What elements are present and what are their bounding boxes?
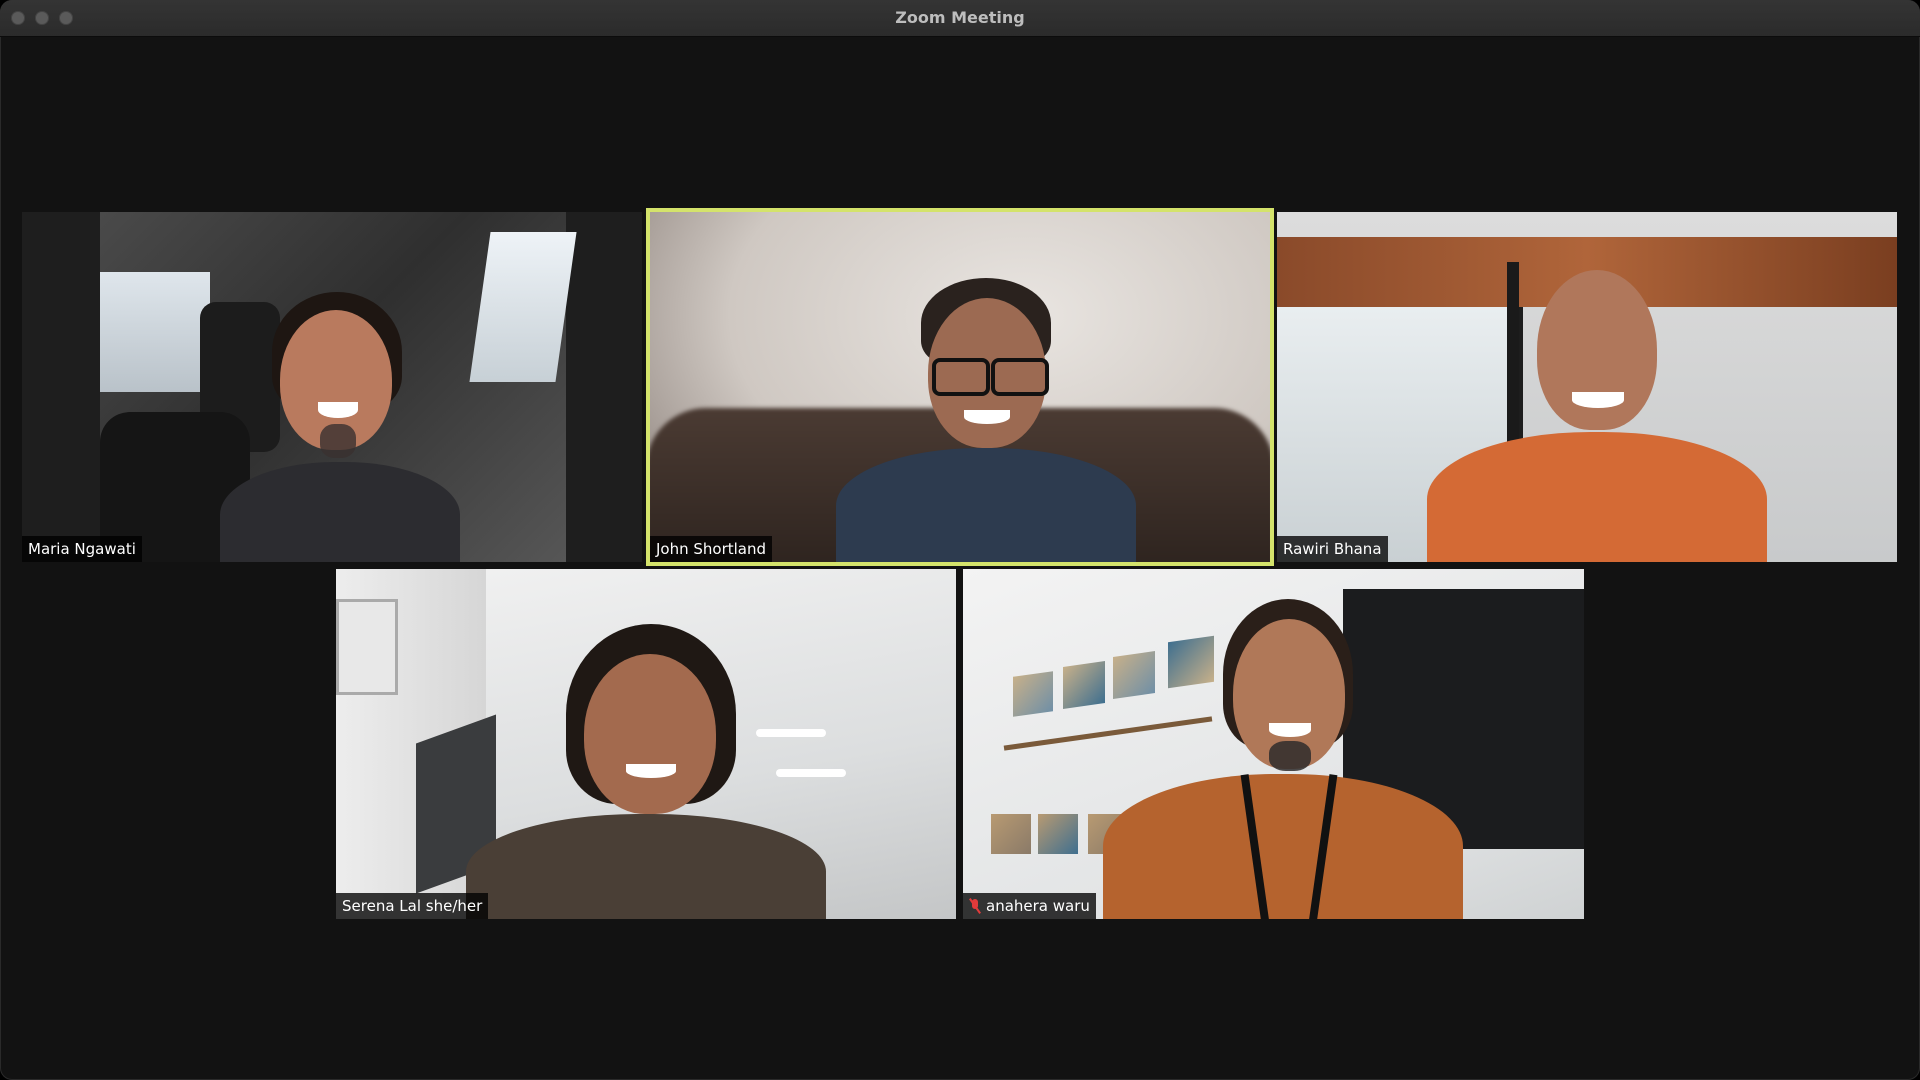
zoom-window: Zoom Meeting Maria Ngawati John Shortlan… (0, 0, 1920, 1080)
muted-microphone-icon (969, 898, 981, 914)
participant-name-label: Rawiri Bhana (1277, 536, 1388, 562)
window-title: Zoom Meeting (895, 8, 1025, 27)
video-tile-maria-ngawati[interactable]: Maria Ngawati (22, 212, 642, 562)
video-tile-john-shortland[interactable]: John Shortland (646, 208, 1274, 566)
video-tile-serena-lal[interactable]: Serena Lal she/her (336, 569, 956, 919)
video-tile-rawiri-bhana[interactable]: Rawiri Bhana (1277, 212, 1897, 562)
participant-name-label: anahera waru (963, 893, 1096, 919)
participant-name-label: John Shortland (650, 536, 773, 562)
video-tile-anahera-waru[interactable]: anahera waru (963, 569, 1584, 919)
participant-name-label: Serena Lal she/her (336, 893, 489, 919)
title-bar: Zoom Meeting (0, 0, 1920, 37)
video-feed (100, 212, 577, 562)
participant-name-label: Maria Ngawati (22, 536, 142, 562)
